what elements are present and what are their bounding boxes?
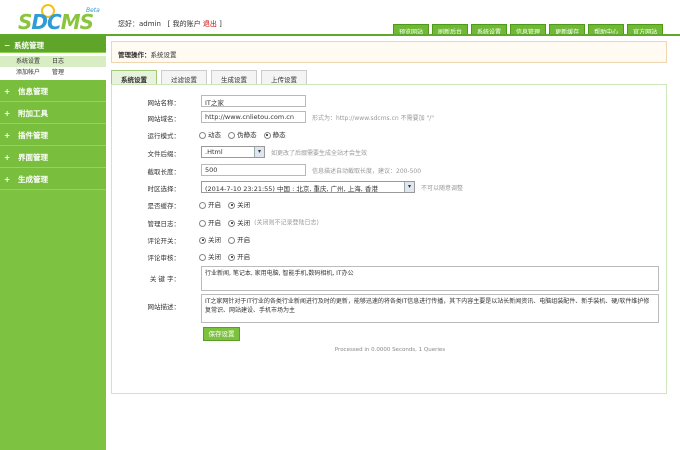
sidebar-item-plugins[interactable]: + 插件管理 [0,124,106,146]
description-textarea[interactable]: IT之家网针对于IT行业的各类行业新闻进行及时的更新，能够迅速的将各类IT信息进… [201,294,659,323]
expand-icon: + [4,175,11,184]
cut-length-label: 截取长度： [147,168,181,176]
header: SDCMS Beta 您好：admin [ 我的账户 退出 ] 预览网站 刷新后… [0,0,680,36]
comment-audit-label: 评论审核： [147,254,181,262]
run-mode-static[interactable]: 静态 [263,129,286,139]
cache-off[interactable]: 关闭 [228,199,250,209]
site-name-input[interactable]: IT之家 [201,95,306,107]
greeting: 您好：admin [118,20,161,28]
description-label: 网站描述： [147,303,181,311]
cache-on[interactable]: 开启 [199,199,221,209]
sidebar-item-interface[interactable]: + 界面管理 [0,146,106,168]
admin-log-options: 开启 关闭 (关闭则不记录登陆日志) [199,217,319,227]
keywords-textarea[interactable]: 行业新闻, 笔记本, 家用电脑, 智能手机,数码相机, IT办公 [201,266,659,291]
sidebar-link-log[interactable]: 日志 [52,56,64,67]
settings-tabs: 系统设置 过滤设置 生成设置 上传设置 [111,70,307,84]
site-name-label: 网站名称： [147,99,181,107]
timezone-label: 时区选择： [147,185,181,193]
site-url-note: 形式为：http://www.sdcms.cn 不需要加 "/" [312,114,435,122]
file-ext-label: 文件后缀： [147,150,181,158]
expand-icon: + [4,109,11,118]
breadcrumb-label: 管理操作： [118,51,151,59]
save-button[interactable]: 保存设置 [203,327,240,341]
comment-switch-on[interactable]: 开启 [228,234,250,244]
sidebar-subrow: 添加帐户 管理 [16,67,106,78]
timezone-select[interactable]: (2014-7-10 23:21:55) 中国 : 北京, 重庆, 广州, 上海… [201,181,415,193]
logo-text: SDCMS [18,10,94,34]
cache-options: 开启 关闭 [199,199,255,209]
bracket: ] [219,20,222,28]
sidebar-section-system[interactable]: − 系统管理 [0,36,106,53]
comment-audit-on[interactable]: 开启 [228,251,250,261]
sdcms-logo[interactable]: SDCMS Beta [10,4,102,34]
run-mode-label: 运行模式： [147,132,181,140]
sidebar-item-info[interactable]: + 信息管理 [0,80,106,102]
file-ext-select[interactable]: .Html ▾ [201,146,265,158]
footer-stats: Processed in 0.0000 Seconds, 1 Queries [334,347,446,353]
sidebar-link-manage[interactable]: 管理 [52,67,64,78]
sidebar-item-generate[interactable]: + 生成管理 [0,168,106,190]
comment-audit-off[interactable]: 关闭 [199,251,221,261]
breadcrumb: 管理操作：系统设置 [111,41,667,63]
logo-beta: Beta [86,7,100,14]
run-mode-dynamic[interactable]: 动态 [199,129,221,139]
my-account-link[interactable]: [ 我的账户 [168,20,201,28]
settings-panel: 网站名称： IT之家 网站域名： http://www.cnlietou.com… [111,84,667,394]
comment-audit-options: 关闭 开启 [199,251,255,261]
keywords-label: 关 键 字： [149,275,180,283]
chevron-down-icon: ▾ [404,182,414,192]
admin-log-off[interactable]: 关闭 [228,217,250,227]
cache-label: 是否缓存： [147,202,181,210]
logout-link[interactable]: 退出 [203,20,217,28]
sidebar: − 系统管理 系统设置 日志 添加帐户 管理 + 信息管理 + 附加工具 + 插件管理 … [0,36,106,450]
expand-icon: + [4,87,11,96]
user-bar: 您好：admin [ 我的账户 退出 ] [118,19,222,29]
site-url-input[interactable]: http://www.cnlietou.com.cn [201,111,306,123]
file-ext-note: 如更改了后缀需要生成全站才会生效 [271,149,368,157]
site-url-label: 网站域名： [147,115,181,123]
comment-switch-off[interactable]: 关闭 [199,234,221,244]
sidebar-item-tools[interactable]: + 附加工具 [0,102,106,124]
tab-filter-settings[interactable]: 过滤设置 [161,70,207,84]
expand-icon: + [4,153,11,162]
sidebar-submenu: 系统设置 日志 添加帐户 管理 [0,53,106,80]
comment-switch-options: 关闭 开启 [199,234,255,244]
expand-icon: + [4,131,11,140]
comment-switch-label: 评论开关： [147,237,181,245]
run-mode-options: 动态 伪静态 静态 [199,129,291,139]
admin-log-label: 管理日志： [147,220,181,228]
cut-length-field-wrap: 500 信息描述自动截取长度，建议：200-500 [201,164,421,176]
timezone-field-wrap: (2014-7-10 23:21:55) 中国 : 北京, 重庆, 广州, 上海… [201,181,463,193]
collapse-icon: − [4,41,11,50]
sidebar-link-system-settings[interactable]: 系统设置 [16,56,40,67]
file-ext-field-wrap: .Html ▾ 如更改了后缀需要生成全站才会生效 [201,146,367,158]
sidebar-subrow: 系统设置 日志 [0,56,106,67]
site-url-field-wrap: http://www.cnlietou.com.cn 形式为：http://www… [201,111,434,123]
sidebar-link-add-account[interactable]: 添加帐户 [16,67,40,78]
admin-log-on[interactable]: 开启 [199,217,221,227]
tab-generate-settings[interactable]: 生成设置 [211,70,257,84]
tab-system-settings[interactable]: 系统设置 [111,70,157,84]
run-mode-pseudo-static[interactable]: 伪静态 [228,129,257,139]
admin-log-note: (关闭则不记录登陆日志) [254,219,319,227]
tab-upload-settings[interactable]: 上传设置 [261,70,307,84]
main-content: 管理操作：系统设置 系统设置 过滤设置 生成设置 上传设置 网站名称： IT之家… [106,36,680,450]
timezone-note: 不可以随意调整 [421,184,464,192]
breadcrumb-value: 系统设置 [150,51,177,59]
chevron-down-icon: ▾ [254,147,264,157]
site-name-field-wrap: IT之家 [201,95,306,107]
cut-length-input[interactable]: 500 [201,164,306,176]
cut-length-note: 信息描述自动截取长度，建议：200-500 [312,167,422,175]
